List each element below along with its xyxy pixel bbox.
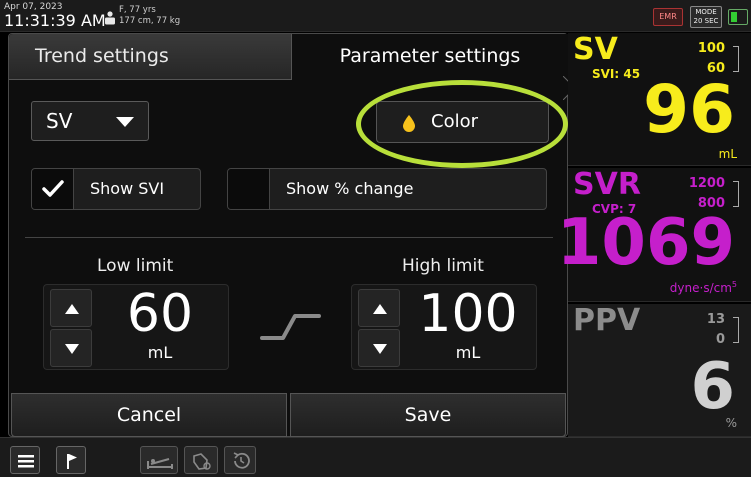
- check-icon: [42, 180, 64, 197]
- low-limit-stepper: 60 mL: [43, 284, 229, 370]
- high-limit-value[interactable]: 100: [402, 285, 534, 343]
- tab-parameter-settings[interactable]: Parameter settings: [292, 34, 568, 80]
- svr-unit-base: dyne·s/cm: [669, 281, 732, 295]
- arrow-down-icon: [373, 344, 387, 354]
- sv-name: SV: [573, 32, 618, 67]
- high-limit-increase-button[interactable]: [358, 289, 400, 327]
- ppv-low-limit: 0: [715, 332, 725, 347]
- high-limit-unit: mL: [455, 343, 481, 362]
- mode-button[interactable]: MODE 20 SEC: [690, 6, 722, 28]
- mode-label: MODE: [695, 8, 717, 16]
- settings-dialog: Trend settings Parameter settings SV Col…: [8, 33, 568, 437]
- link-icon: [260, 314, 321, 340]
- sv-high-limit: 100: [697, 41, 725, 56]
- status-bar: Apr 07, 2023 11:31:39 AM F, 77 yrs 177 c…: [0, 0, 751, 32]
- ppv-parameter-tile[interactable]: PPV 13 0 6 %: [568, 304, 751, 437]
- divider: [25, 237, 553, 238]
- hand-sensor-icon: [193, 453, 211, 470]
- svi-value: SVI: 45: [592, 67, 641, 81]
- svr-high-limit: 1200: [688, 176, 725, 191]
- high-limit-title: High limit: [402, 256, 484, 276]
- show-svi-checkbox[interactable]: [32, 169, 74, 209]
- arrow-up-icon: [373, 304, 387, 314]
- ppv-name: PPV: [573, 303, 641, 338]
- svr-limit-bracket: [733, 181, 739, 207]
- drop-icon: [403, 115, 415, 132]
- show-svi-label: Show SVI: [90, 179, 165, 198]
- ppv-value: 6: [690, 350, 735, 424]
- sv-value: 96: [643, 71, 735, 148]
- flag-icon: [67, 454, 77, 469]
- bed-icon: [147, 458, 173, 469]
- save-button[interactable]: Save: [290, 393, 566, 437]
- svr-unit-exponent: 5: [731, 280, 737, 289]
- history-button[interactable]: [224, 446, 256, 474]
- svr-parameter-tile[interactable]: SVR CVP: 7 1200 800 1069 dyne·s/cm5: [557, 167, 751, 302]
- parameter-select-value: SV: [46, 109, 73, 133]
- patient-measurements: 177 cm, 77 kg: [119, 16, 181, 26]
- bed-button[interactable]: [140, 446, 178, 474]
- high-limit-decrease-button[interactable]: [358, 329, 400, 367]
- color-button-label: Color: [431, 111, 478, 132]
- tab-trend-settings[interactable]: Trend settings: [9, 34, 292, 80]
- patient-demographics: F, 77 yrs: [119, 5, 156, 15]
- ppv-limit-bracket: [733, 317, 739, 343]
- battery-icon: [728, 9, 748, 25]
- show-percent-change-checkbox[interactable]: [228, 169, 270, 209]
- flag-button[interactable]: [56, 446, 86, 474]
- svr-name: SVR: [573, 167, 641, 202]
- sv-limit-bracket: [733, 46, 739, 72]
- ppv-unit: %: [725, 416, 737, 430]
- show-percent-change-label: Show % change: [286, 179, 414, 198]
- low-limit-decrease-button[interactable]: [50, 329, 92, 367]
- mode-value: 20 SEC: [693, 17, 719, 25]
- low-limit-unit: mL: [147, 343, 173, 362]
- chevron-down-icon: [116, 117, 134, 127]
- low-limit-title: Low limit: [97, 256, 174, 276]
- low-limit-increase-button[interactable]: [50, 289, 92, 327]
- low-limit-value[interactable]: 60: [94, 285, 226, 343]
- bottom-navigation: [0, 437, 751, 477]
- svr-unit: dyne·s/cm5: [670, 280, 737, 295]
- arrow-up-icon: [65, 304, 79, 314]
- patient-icon: [105, 11, 115, 25]
- emr-button[interactable]: EMR: [653, 8, 683, 26]
- arrow-down-icon: [65, 344, 79, 354]
- show-percent-change-toggle[interactable]: Show % change: [227, 168, 547, 210]
- menu-icon: [18, 455, 34, 468]
- history-icon: [233, 452, 250, 469]
- sv-unit: mL: [718, 147, 737, 161]
- high-limit-stepper: 100 mL: [351, 284, 537, 370]
- cancel-button[interactable]: Cancel: [11, 393, 287, 437]
- show-svi-toggle[interactable]: Show SVI: [31, 168, 201, 210]
- menu-button[interactable]: [10, 446, 40, 474]
- sv-parameter-tile[interactable]: SV SVI: 45 100 60 96 mL: [568, 33, 751, 166]
- parameter-select[interactable]: SV: [31, 101, 149, 141]
- hand-sensor-button[interactable]: [184, 446, 218, 474]
- color-button[interactable]: Color: [376, 101, 549, 143]
- svr-value: 1069: [556, 206, 735, 280]
- time-label: 11:31:39 AM: [4, 11, 106, 30]
- ppv-high-limit: 13: [706, 312, 725, 327]
